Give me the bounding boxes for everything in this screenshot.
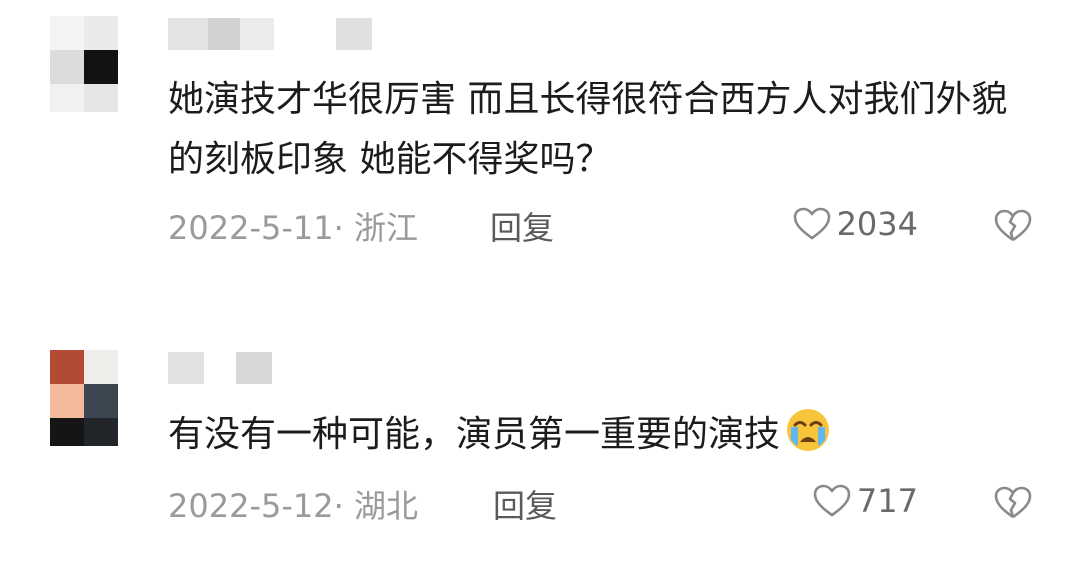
like-button[interactable]: 717 (813, 482, 918, 520)
reply-button[interactable]: 回复 (493, 481, 557, 527)
like-count: 2034 (836, 205, 918, 243)
dislike-button[interactable] (994, 486, 1032, 524)
dislike-button[interactable] (994, 209, 1032, 247)
crying-face-emoji (787, 409, 830, 451)
comment-meta: 2022-5-11· 浙江 回复 (168, 203, 554, 249)
like-count: 717 (856, 482, 918, 520)
comment-item: 她演技才华很厉害 而且长得很符合西方人对我们外貌的刻板印象 她能不得奖吗？ 20… (0, 0, 1080, 270)
comment-text: 她演技才华很厉害 而且长得很符合西方人对我们外貌的刻板印象 她能不得奖吗？ (168, 79, 1008, 180)
avatar[interactable] (50, 16, 136, 112)
broken-heart-icon (994, 486, 1032, 519)
comment-item: 有没有一种可能，演员第一重要的演技 2022-5-12· 湖北 回复 (0, 330, 1080, 567)
like-button[interactable]: 2034 (793, 205, 918, 243)
heart-icon (793, 207, 830, 240)
heart-icon (813, 484, 851, 517)
comment-date: 2022-5-11· 浙江 (168, 209, 418, 247)
comment-text: 有没有一种可能，演员第一重要的演技 (168, 405, 1028, 465)
reply-button[interactable]: 回复 (490, 203, 554, 249)
avatar[interactable] (50, 350, 136, 446)
comment-date: 2022-5-12· 湖北 (168, 487, 418, 525)
comment-meta: 2022-5-12· 湖北 回复 (168, 481, 557, 527)
broken-heart-icon (994, 209, 1032, 242)
